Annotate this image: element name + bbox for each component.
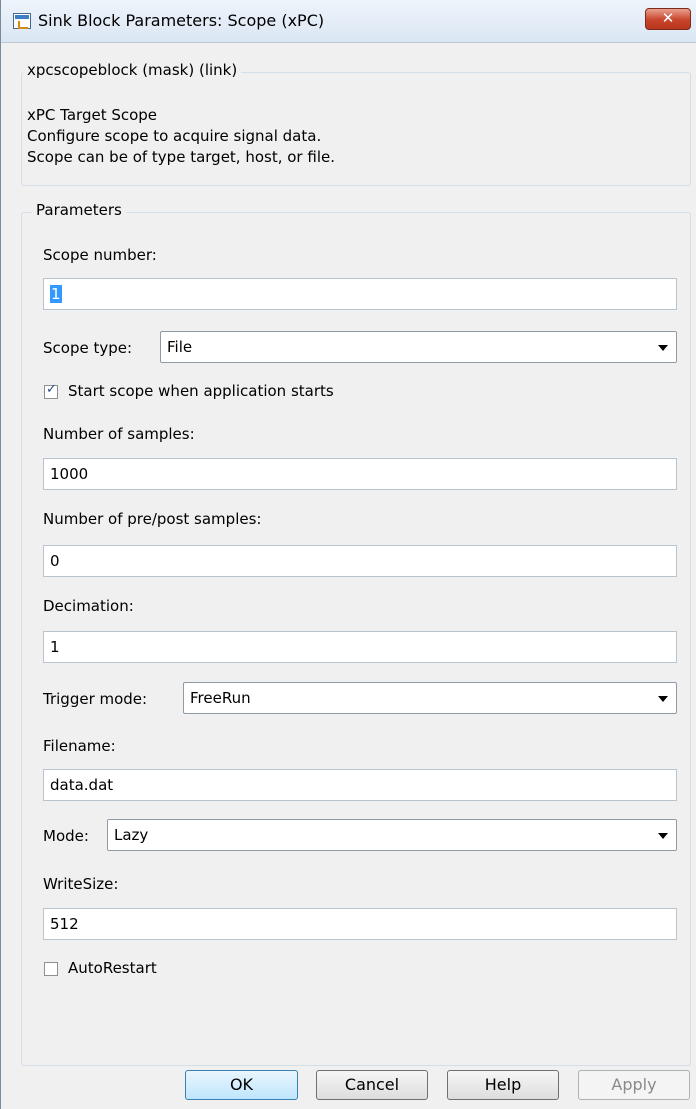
window-title: Sink Block Parameters: Scope (xPC): [38, 11, 325, 30]
cancel-button[interactable]: Cancel: [316, 1070, 428, 1100]
pre-post-samples-input[interactable]: 0: [43, 545, 677, 577]
mode-value: Lazy: [114, 826, 149, 844]
trigger-mode-value: FreeRun: [190, 689, 251, 707]
mode-select[interactable]: Lazy: [107, 819, 677, 851]
scope-number-value: 1: [50, 285, 62, 303]
start-scope-label[interactable]: Start scope when application starts: [68, 382, 334, 400]
scope-number-input[interactable]: 1: [43, 278, 677, 310]
trigger-mode-select[interactable]: FreeRun: [183, 682, 677, 714]
auto-restart-label[interactable]: AutoRestart: [68, 959, 157, 977]
decimation-label: Decimation:: [43, 597, 134, 615]
scope-type-select[interactable]: File: [160, 331, 677, 363]
scope-type-value: File: [167, 338, 193, 356]
decimation-value: 1: [50, 638, 60, 656]
scope-number-label: Scope number:: [43, 246, 157, 264]
simulink-app-icon: [13, 13, 31, 29]
description-group-legend: xpcscopeblock (mask) (link): [23, 61, 242, 79]
filename-value: data.dat: [50, 776, 114, 794]
num-samples-value: 1000: [50, 465, 89, 483]
parameters-group-legend: Parameters: [32, 201, 126, 219]
decimation-input[interactable]: 1: [43, 631, 677, 663]
help-button[interactable]: Help: [447, 1070, 559, 1100]
ok-button[interactable]: OK: [185, 1070, 298, 1100]
filename-label: Filename:: [43, 737, 116, 755]
write-size-label: WriteSize:: [43, 875, 119, 893]
trigger-mode-label: Trigger mode:: [43, 690, 148, 708]
mode-label: Mode:: [43, 827, 89, 845]
start-scope-checkbox[interactable]: [44, 382, 58, 399]
filename-input[interactable]: data.dat: [43, 769, 677, 801]
description-line: Scope can be of type target, host, or fi…: [27, 148, 335, 166]
pre-post-samples-label: Number of pre/post samples:: [43, 510, 262, 528]
num-samples-input[interactable]: 1000: [43, 458, 677, 490]
close-icon: ✕: [661, 9, 675, 27]
close-button[interactable]: ✕: [645, 8, 691, 30]
description-line: Configure scope to acquire signal data.: [27, 127, 322, 145]
auto-restart-checkbox[interactable]: [44, 962, 58, 976]
description-line: xPC Target Scope: [27, 106, 158, 124]
title-bar[interactable]: Sink Block Parameters: Scope (xPC) ✕: [1, 0, 696, 43]
chevron-down-icon: [658, 345, 668, 351]
scope-type-label: Scope type:: [43, 339, 133, 357]
pre-post-samples-value: 0: [50, 552, 60, 570]
write-size-value: 512: [50, 915, 79, 933]
num-samples-label: Number of samples:: [43, 425, 195, 443]
apply-button[interactable]: Apply: [578, 1070, 690, 1100]
chevron-down-icon: [658, 833, 668, 839]
write-size-input[interactable]: 512: [43, 908, 677, 940]
dialog-window: Sink Block Parameters: Scope (xPC) ✕ xpc…: [0, 0, 696, 1109]
chevron-down-icon: [658, 696, 668, 702]
